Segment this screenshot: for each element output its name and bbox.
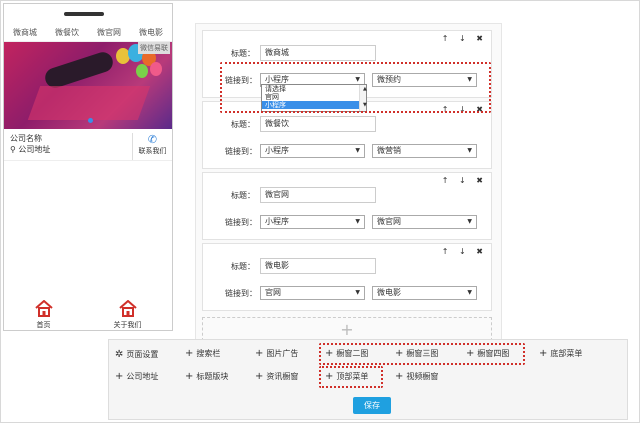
phone-speaker	[4, 4, 172, 24]
chevron-down-icon: ▼	[355, 218, 360, 225]
contact-us-label: 联系我们	[138, 147, 167, 155]
company-info: 公司名称 ⚲ 公司地址 ✆ 联系我们	[4, 133, 172, 161]
contact-us-button[interactable]: ✆ 联系我们	[132, 133, 172, 160]
highlight-link-row	[220, 62, 491, 113]
title-label: 标题：	[231, 262, 255, 271]
menu-item-card: ↑ ↓ ✖ 标题： 微电影 链接到： 官网 ▼ 微电影 ▼	[202, 243, 492, 311]
card-move-delete-controls[interactable]: ↑ ↓ ✖	[442, 247, 487, 256]
title-input[interactable]: 微商城	[260, 45, 376, 61]
tool-company-address[interactable]: + 公司地址	[115, 371, 158, 382]
tool-title-block[interactable]: + 标题版块	[185, 371, 228, 382]
chevron-down-icon: ▼	[355, 147, 360, 154]
footer-item-home[interactable]: 首页	[34, 299, 53, 330]
link-label: 链接到：	[225, 218, 257, 227]
plus-icon: +	[539, 348, 548, 359]
plus-icon: +	[395, 371, 404, 382]
chevron-down-icon: ▼	[467, 289, 472, 296]
highlight-window-items	[319, 343, 525, 365]
phone-nav-item[interactable]: 微官网	[97, 27, 121, 38]
plus-icon: +	[185, 348, 194, 359]
tool-search-bar[interactable]: + 搜索栏	[185, 348, 220, 359]
add-menu-item-button[interactable]: +	[202, 317, 492, 341]
company-name: 公司名称	[10, 134, 42, 143]
tool-news-window[interactable]: + 资讯橱窗	[255, 371, 298, 382]
tool-bottom-menu[interactable]: + 底部菜单	[539, 348, 582, 359]
tool-video-window[interactable]: + 视频橱窗	[395, 371, 438, 382]
phone-top-nav: 微商城 微餐饮 微官网 微电影	[4, 24, 172, 42]
company-address: 公司地址	[18, 145, 51, 154]
title-input[interactable]: 微官网	[260, 187, 376, 203]
plus-icon: +	[255, 371, 264, 382]
link-target-select[interactable]: 微电影 ▼	[372, 286, 477, 300]
link-label: 链接到：	[225, 289, 257, 298]
title-input[interactable]: 微电影	[260, 258, 376, 274]
banner-image: 微信易联	[4, 42, 172, 129]
home-icon	[118, 299, 137, 317]
tool-page-settings[interactable]: ✲ 页面设置	[115, 349, 158, 360]
plus-icon: +	[185, 371, 194, 382]
carousel-dot[interactable]	[88, 118, 93, 123]
highlight-top-menu	[319, 366, 383, 388]
menu-item-card: ↑ ↓ ✖ 标题： 微官网 链接到： 小程序 ▼ 微官网 ▼	[202, 172, 492, 240]
phone-footer-menu: 首页 关于我们	[4, 299, 172, 330]
tool-image-ad[interactable]: + 图片广告	[255, 348, 298, 359]
home-icon	[34, 299, 53, 317]
location-pin-icon: ⚲	[10, 145, 16, 154]
chevron-down-icon: ▼	[467, 147, 472, 154]
phone-icon: ✆	[147, 133, 158, 146]
title-label: 标题：	[231, 120, 255, 129]
footer-label: 首页	[36, 321, 51, 329]
gear-icon: ✲	[115, 349, 124, 360]
phone-preview: 微商城 微餐饮 微官网 微电影 微信易联 公司名称 ⚲ 公司地址 ✆ 联系我们	[3, 3, 173, 331]
link-target-select[interactable]: 微官网 ▼	[372, 215, 477, 229]
link-type-select[interactable]: 小程序 ▼	[260, 215, 365, 229]
phone-nav-item[interactable]: 微商城	[13, 27, 37, 38]
title-label: 标题：	[231, 191, 255, 200]
footer-label: 关于我们	[113, 321, 142, 329]
chevron-down-icon: ▼	[355, 289, 360, 296]
card-move-delete-controls[interactable]: ↑ ↓ ✖	[442, 176, 487, 185]
phone-nav-item[interactable]: 微餐饮	[55, 27, 79, 38]
chevron-down-icon: ▼	[467, 218, 472, 225]
link-type-select[interactable]: 官网 ▼	[260, 286, 365, 300]
footer-item-about[interactable]: 关于我们	[113, 299, 142, 330]
save-button[interactable]: 保存	[353, 397, 391, 414]
plus-icon: +	[115, 371, 124, 382]
link-label: 链接到：	[225, 147, 257, 156]
banner-stamp: 微信易联	[138, 42, 170, 54]
title-label: 标题：	[231, 49, 255, 58]
plus-icon: +	[255, 348, 264, 359]
phone-nav-item[interactable]: 微电影	[139, 27, 163, 38]
link-type-select[interactable]: 小程序 ▼	[260, 144, 365, 158]
card-move-delete-controls[interactable]: ↑ ↓ ✖	[442, 34, 487, 43]
link-target-select[interactable]: 微营销 ▼	[372, 144, 477, 158]
title-input[interactable]: 微餐饮	[260, 116, 376, 132]
